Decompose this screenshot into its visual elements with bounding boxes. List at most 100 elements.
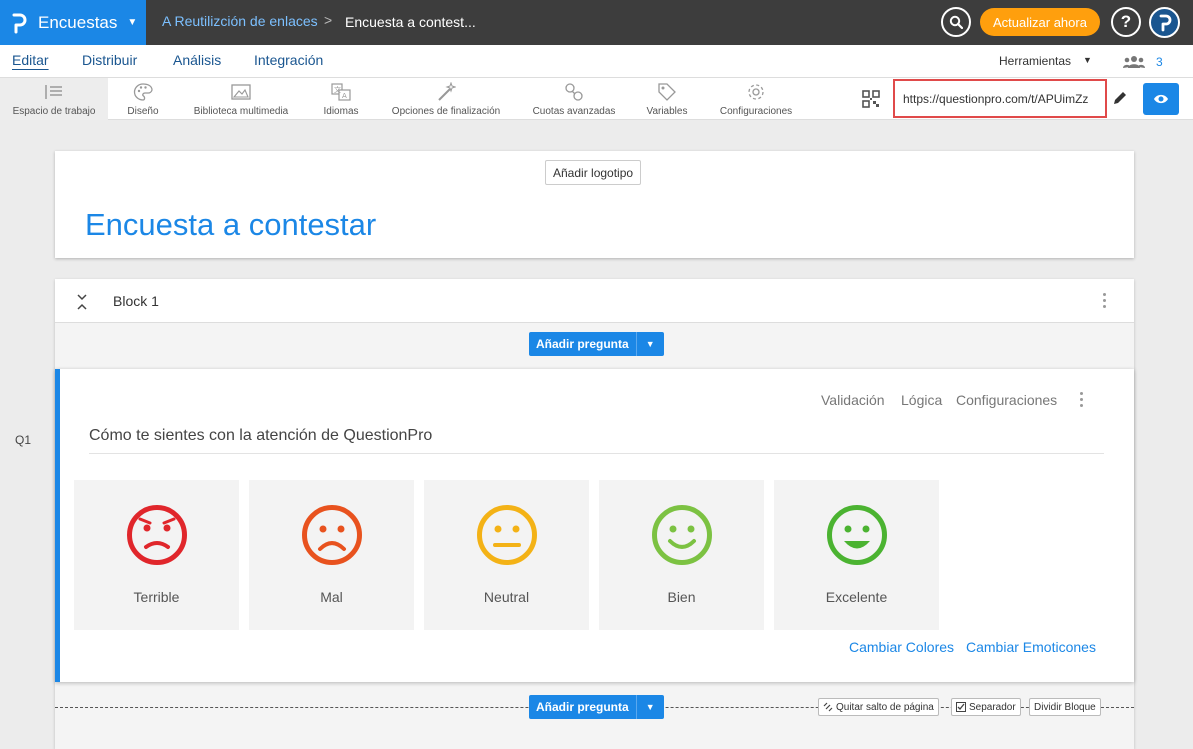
neutral-face-icon <box>477 505 537 565</box>
option-excelente[interactable]: Excelente <box>774 480 939 630</box>
tab-integracion[interactable]: Integración <box>254 52 323 68</box>
tools-menu[interactable]: Herramientas <box>999 54 1071 68</box>
toolbar-advanced-quotas[interactable]: Cuotas avanzadas <box>529 78 619 120</box>
very-sad-face-icon <box>127 505 187 565</box>
palette-icon <box>133 82 153 102</box>
breadcrumb-folder-link[interactable]: A Reutilizción de enlaces <box>162 13 318 29</box>
block-title[interactable]: Block 1 <box>113 293 159 309</box>
user-avatar[interactable] <box>1149 7 1180 38</box>
remove-page-break-label: Quitar salto de página <box>836 701 934 713</box>
search-icon <box>949 15 963 29</box>
chevron-down-icon[interactable]: ▼ <box>635 332 664 356</box>
big-smile-face-icon <box>827 505 887 565</box>
toolbar-label: Biblioteca multimedia <box>193 106 289 117</box>
svg-text:A: A <box>342 92 347 100</box>
pencil-icon <box>1114 92 1126 104</box>
breadcrumb-separator-icon: > <box>324 12 333 28</box>
toolbar-label: Espacio de trabajo <box>12 106 96 117</box>
separator-label: Separador <box>969 701 1016 713</box>
question-text[interactable]: Cómo te sientes con la atención de Quest… <box>89 427 432 445</box>
toolbar-media-library[interactable]: Biblioteca multimedia <box>186 78 296 120</box>
preview-button[interactable] <box>1143 83 1179 115</box>
block-more-icon[interactable] <box>1103 293 1106 308</box>
avatar-logo-icon <box>1159 14 1171 31</box>
add-question-label[interactable]: Añadir pregunta <box>529 695 636 719</box>
option-label: Excelente <box>825 589 888 605</box>
divider <box>89 453 1104 454</box>
toolbar-label: Configuraciones <box>719 106 793 117</box>
toolbar-workspace[interactable]: Espacio de trabajo <box>0 78 108 120</box>
option-bien[interactable]: Bien <box>599 480 764 630</box>
question-settings-link[interactable]: Configuraciones <box>956 392 1057 408</box>
help-button[interactable]: ? <box>1111 7 1141 37</box>
logic-link[interactable]: Lógica <box>901 392 942 408</box>
collaborators-icon[interactable] <box>1123 55 1145 68</box>
question-more-icon[interactable] <box>1080 392 1083 407</box>
toolbar-label: Variables <box>646 106 688 117</box>
add-question-label[interactable]: Añadir pregunta <box>529 332 636 356</box>
svg-text:文: 文 <box>334 85 341 94</box>
tab-analisis[interactable]: Análisis <box>173 52 221 68</box>
translate-icon: A文 <box>331 82 351 102</box>
survey-header-card: Añadir logotipo Encuesta a contestar <box>55 151 1134 258</box>
edit-url-button[interactable] <box>1108 84 1132 112</box>
separator-toggle[interactable]: Separador <box>951 698 1021 716</box>
smile-face-icon <box>652 505 712 565</box>
option-terrible[interactable]: Terrible <box>74 480 239 630</box>
remove-page-break-button[interactable]: Quitar salto de página <box>818 698 939 716</box>
option-neutral[interactable]: Neutral <box>424 480 589 630</box>
chevron-down-icon: ▼ <box>1083 55 1092 65</box>
change-emoticons-link[interactable]: Cambiar Emoticones <box>966 639 1096 655</box>
chevron-down-icon: ▼ <box>127 17 138 28</box>
tab-distribuir[interactable]: Distribuir <box>82 52 137 68</box>
top-bar: Encuestas ▼ A Reutilizción de enlaces > … <box>0 0 1193 45</box>
search-button[interactable] <box>941 7 971 37</box>
toolbar-label: Diseño <box>127 106 159 117</box>
toolbar-settings[interactable]: Configuraciones <box>715 78 797 120</box>
toolbar-completion-options[interactable]: Opciones de finalización <box>386 78 506 120</box>
question-number: Q1 <box>15 433 32 447</box>
gear-icon <box>746 82 766 102</box>
upgrade-button[interactable]: Actualizar ahora <box>980 8 1100 36</box>
tag-icon <box>657 82 677 102</box>
magic-wand-icon <box>436 82 456 102</box>
toolbar-label: Cuotas avanzadas <box>532 106 616 117</box>
toolbar-design[interactable]: Diseño <box>118 78 168 120</box>
option-mal[interactable]: Mal <box>249 480 414 630</box>
option-label: Neutral <box>483 589 530 605</box>
checkbox-checked-icon <box>956 702 966 712</box>
eye-icon <box>1154 94 1168 104</box>
help-icon: ? <box>1120 12 1132 31</box>
question-card[interactable]: Validación Lógica Configuraciones Cómo t… <box>55 369 1134 682</box>
add-logo-button[interactable]: Añadir logotipo <box>545 160 642 185</box>
toolbar-label: Opciones de finalización <box>391 106 501 117</box>
app-name: Encuestas <box>38 12 118 32</box>
toolbar-variables[interactable]: Variables <box>641 78 693 120</box>
quota-icon <box>564 82 584 102</box>
app-switcher[interactable]: Encuestas ▼ <box>0 0 146 45</box>
survey-title[interactable]: Encuesta a contestar <box>85 207 376 243</box>
chevron-down-icon[interactable]: ▼ <box>635 695 664 719</box>
qr-code-icon[interactable] <box>862 90 880 108</box>
option-label: Terrible <box>133 589 180 605</box>
toolbar-languages[interactable]: A文 Idiomas <box>316 78 366 120</box>
workspace-icon <box>45 82 63 102</box>
add-question-button-bottom[interactable]: Añadir pregunta ▼ <box>529 695 664 719</box>
toolbar-label: Idiomas <box>323 106 359 117</box>
split-block-button[interactable]: Dividir Bloque <box>1029 698 1101 716</box>
validation-link[interactable]: Validación <box>821 392 885 408</box>
breadcrumb-current: Encuesta a contest... <box>345 14 476 30</box>
add-question-button[interactable]: Añadir pregunta ▼ <box>529 332 664 356</box>
survey-url-field[interactable]: https://questionpro.com/t/APUimZz <box>893 79 1107 118</box>
split-block-label: Dividir Bloque <box>1034 701 1096 713</box>
option-label: Bien <box>667 589 696 605</box>
tab-editar[interactable]: Editar <box>12 52 49 68</box>
sad-face-icon <box>302 505 362 565</box>
option-label: Mal <box>320 589 343 605</box>
collapse-icon[interactable] <box>77 294 87 310</box>
unlink-icon <box>823 702 833 712</box>
questionpro-logo-icon <box>0 12 38 34</box>
collaborators-count: 3 <box>1156 55 1163 69</box>
image-icon <box>231 82 251 102</box>
change-colors-link[interactable]: Cambiar Colores <box>849 639 954 655</box>
